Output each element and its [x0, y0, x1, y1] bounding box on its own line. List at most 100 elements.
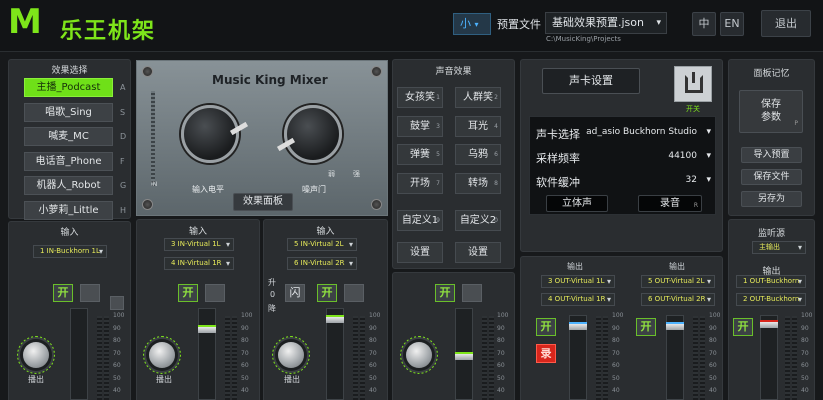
effect-item[interactable]: 主播_Podcast [24, 78, 113, 97]
output-2-select-l[interactable]: 5 OUT-Virtual 2L [641, 275, 715, 288]
scale-tick-label: 70 [612, 349, 620, 357]
size-select[interactable]: 小 ▾ [453, 13, 491, 35]
sound-effect-button[interactable]: 自定义1 9 [397, 210, 443, 231]
input-2-select-l[interactable]: 3 IN-Virtual 1L [164, 238, 234, 251]
pitch-down-label[interactable]: 降 [268, 303, 276, 314]
output-2-select-r[interactable]: 6 OUT-Virtual 2R [641, 293, 715, 306]
record-key: R [693, 202, 698, 209]
effect-item[interactable]: 小萝莉_Little [24, 200, 113, 220]
output-1-select-r[interactable]: 4 OUT-Virtual 1R [541, 293, 615, 306]
power-label: 开关 [686, 105, 700, 113]
input-2-output-knob[interactable] [149, 342, 175, 368]
lang-zh-button[interactable]: 中 [692, 12, 716, 36]
input-1-aux-button[interactable] [110, 296, 124, 310]
sound-effect-button[interactable]: 设置 [455, 242, 501, 263]
input-1-fader[interactable] [70, 308, 88, 400]
noise-gate-knob[interactable] [276, 105, 342, 163]
logo-text: 乐王机架 [60, 19, 157, 44]
soundcard-row-select[interactable]: ad_asio Buckhorn Studio ▾ [586, 127, 711, 137]
input-1-select[interactable]: 1 IN-Buckhorn 1L [33, 245, 107, 258]
input-2-fader-cap[interactable] [198, 325, 216, 333]
effect-item[interactable]: 电话音_Phone [24, 151, 113, 171]
save-as-button[interactable]: 另存为 [741, 191, 802, 207]
output-1-on-button[interactable]: 开 [536, 318, 556, 336]
sound-effect-button[interactable]: 设置 [397, 242, 443, 263]
input-3-meter-l [353, 316, 358, 400]
scale-tick-label: 50 [369, 374, 377, 382]
monitor-output-select-2[interactable]: 2 OUT-Buckhorn [736, 293, 806, 306]
input-3-select-l[interactable]: 5 IN-Virtual 2L [287, 238, 357, 251]
sound-effect-key: 9 [436, 217, 440, 224]
soundcard-settings-button[interactable]: 声卡设置 [542, 68, 640, 94]
output-record-button[interactable]: 录 [536, 344, 556, 363]
input-1-output-knob[interactable] [23, 342, 49, 368]
sound-effect-button[interactable]: 女孩笑 1 [397, 87, 443, 108]
input-1-on-button[interactable]: 开 [53, 284, 73, 302]
effect-item[interactable]: 唱歌_Sing [24, 102, 113, 122]
stereo-button[interactable]: 立体声 [546, 195, 608, 212]
output-2-on-button[interactable]: 开 [636, 318, 656, 336]
import-preset-button[interactable]: 导入预置 [741, 147, 802, 163]
screw-icon [142, 66, 153, 77]
input-2-mute-button[interactable] [205, 284, 225, 302]
input-3-fader-cap[interactable] [326, 315, 344, 323]
app-window: M 乐王机架 小 ▾ 预置文件 基础效果预置.json ▾ C:\MusicKin… [0, 0, 823, 400]
soundcard-row-select[interactable]: 44100 ▾ [668, 151, 711, 161]
sound-effect-label: 开场 [410, 177, 430, 189]
input-2-select-r[interactable]: 4 IN-Virtual 1R [164, 257, 234, 270]
sound-effect-label: 弹簧 [410, 149, 430, 160]
save-params-button[interactable]: 保存 参数 P [739, 90, 803, 133]
monitor-source-select[interactable]: 主输出 [752, 241, 806, 254]
scale-tick-label: 60 [369, 362, 377, 369]
preset-select[interactable]: 基础效果预置.json ▾ [545, 12, 667, 34]
monitor-output-select-1[interactable]: 1 OUT-Buckhorn [736, 275, 806, 288]
input-2-fader[interactable] [198, 308, 216, 400]
sound-effect-key: 4 [494, 122, 498, 130]
monitor-fader-cap[interactable] [760, 320, 778, 328]
effect-item[interactable]: 机器人_Robot [24, 176, 113, 195]
sound-effects-title: 声音效果 [435, 67, 472, 77]
sound-fx-output-knob[interactable] [406, 342, 432, 368]
input-3-output-knob[interactable] [278, 342, 304, 368]
sound-effect-button[interactable]: 弹簧 5 [397, 144, 443, 165]
sound-effect-label: 女孩笑 [405, 92, 435, 103]
chevron-down-icon: ▾ [706, 127, 711, 137]
chevron-down-icon: ▾ [706, 175, 711, 185]
soundcard-row-select[interactable]: 32 ▾ [686, 175, 711, 185]
sound-effect-button[interactable]: 乌鸦 6 [455, 144, 501, 165]
scale-tick-label: 80 [709, 337, 717, 344]
sound-effect-button[interactable]: 鼓掌 3 [397, 115, 443, 137]
sound-effect-button[interactable]: 耳光 4 [455, 115, 501, 137]
save-file-button[interactable]: 保存文件 [741, 169, 802, 185]
sound-fx-mute-button[interactable] [462, 284, 482, 302]
sound-fx-on-button[interactable]: 开 [435, 284, 455, 302]
effect-item[interactable]: 喊麦_MC [24, 127, 113, 146]
scale-tick-label: 90 [497, 324, 505, 332]
input-level-knob[interactable] [181, 105, 249, 163]
output-1-select-l[interactable]: 3 OUT-Virtual 1L [541, 275, 615, 288]
input-title: 输入 [188, 227, 207, 237]
sound-effect-button[interactable]: 人群笑 2 [455, 87, 501, 108]
sound-effect-button[interactable]: 自定义2 0 [455, 210, 501, 231]
input-2-on-button[interactable]: 开 [178, 284, 198, 302]
input-3-on-button[interactable]: 开 [317, 284, 337, 302]
effect-panel-button[interactable]: 效果面板 [233, 193, 293, 211]
record-label: 录音 [660, 198, 680, 209]
monitor-on-button[interactable]: 开 [733, 318, 753, 336]
sound-effect-button[interactable]: 转场 8 [455, 172, 501, 194]
input-3-flash-button[interactable]: 闪 [285, 284, 305, 302]
power-button[interactable] [674, 66, 712, 102]
input-1-mute-button[interactable] [80, 284, 100, 302]
exit-button[interactable]: 退出 [761, 10, 811, 37]
sound-fx-fader-cap[interactable] [455, 352, 473, 360]
scale-tick-label: 50 [612, 374, 620, 382]
input-3-select-r[interactable]: 6 IN-Virtual 2R [287, 257, 357, 270]
pitch-up-label[interactable]: 升 [268, 277, 276, 288]
output-1-fader-cap[interactable] [569, 322, 587, 330]
output-2-fader-cap[interactable] [666, 322, 684, 330]
sound-effect-button[interactable]: 开场 7 [397, 172, 443, 194]
lang-en-button[interactable]: EN [720, 12, 744, 36]
record-button[interactable]: 录音 R [638, 195, 702, 212]
sound-effect-label: 自定义1 [401, 215, 439, 226]
input-3-mute-button[interactable] [344, 284, 364, 302]
